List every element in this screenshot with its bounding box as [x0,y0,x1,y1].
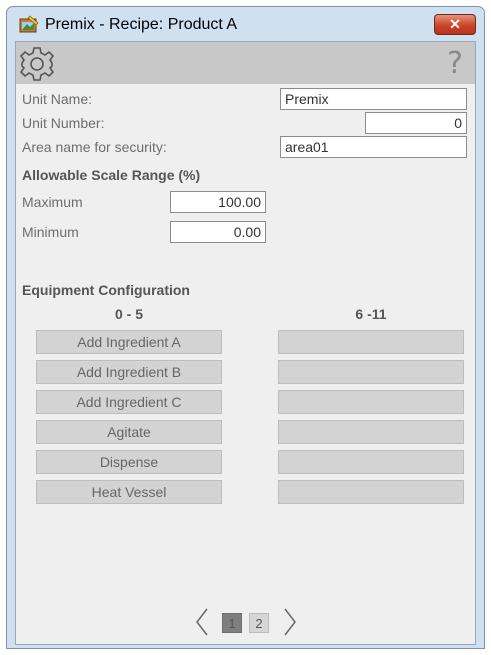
next-page-icon[interactable] [282,607,298,637]
close-button[interactable]: ✕ [434,14,476,35]
equipment-button-5[interactable]: Heat Vessel [36,480,222,504]
minimum-field[interactable]: 0.00 [170,221,266,243]
equipment-button-2[interactable]: Add Ingredient C [36,390,222,414]
maximum-label: Maximum [22,194,83,210]
equipment-button-10[interactable] [278,450,464,474]
area-name-field[interactable]: area01 [280,136,467,158]
equipment-button-7[interactable] [278,360,464,384]
equipment-config-header: Equipment Configuration [22,282,190,298]
equipment-button-1[interactable]: Add Ingredient B [36,360,222,384]
equipment-button-9[interactable] [278,420,464,444]
page-1-button[interactable]: 1 [222,613,242,633]
window-title: Premix - Recipe: Product A [45,16,238,33]
gear-icon[interactable] [18,44,56,82]
maximum-field[interactable]: 100.00 [170,191,266,213]
previous-page-icon[interactable] [194,607,210,637]
minimum-label: Minimum [22,224,79,240]
unit-name-field[interactable]: Premix [280,88,467,110]
column-header-left: 0 - 5 [114,306,143,322]
area-name-label: Area name for security: [22,139,167,155]
unit-number-label: Unit Number: [22,115,105,131]
equipment-button-3[interactable]: Agitate [36,420,222,444]
scale-range-header: Allowable Scale Range (%) [22,167,201,183]
recipe-app-icon [19,15,39,33]
title-bar[interactable]: Premix - Recipe: Product A ✕ [7,7,484,41]
equipment-button-8[interactable] [278,390,464,414]
column-header-right: 6 -11 [355,306,387,322]
unit-number-field[interactable]: 0 [365,112,467,134]
toolbar: ? [16,42,475,84]
page-2-button[interactable]: 2 [249,613,269,633]
equipment-button-11[interactable] [278,480,464,504]
help-icon[interactable]: ? [447,46,463,81]
equipment-button-6[interactable] [278,330,464,354]
equipment-button-0[interactable]: Add Ingredient A [36,330,222,354]
equipment-button-4[interactable]: Dispense [36,450,222,474]
recipe-window: Premix - Recipe: Product A ✕ ? Unit Name… [6,6,485,649]
unit-name-label: Unit Name: [22,91,93,107]
faceplate: ? Unit Name: Premix Unit Number: 0 Area … [15,41,476,645]
